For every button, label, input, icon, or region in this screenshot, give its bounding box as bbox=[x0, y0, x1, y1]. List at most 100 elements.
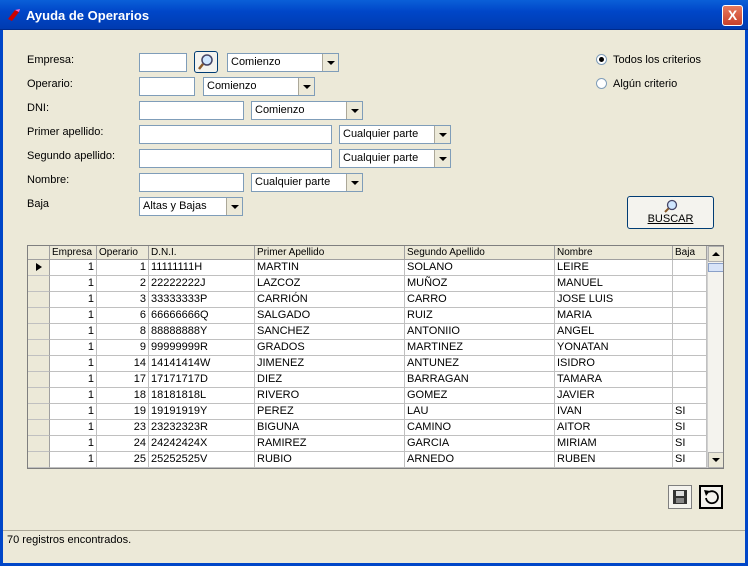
table-cell[interactable]: 14 bbox=[97, 356, 149, 372]
row-selector[interactable] bbox=[28, 404, 50, 420]
table-cell[interactable]: 11111111H bbox=[149, 260, 255, 276]
table-cell[interactable]: 33333333P bbox=[149, 292, 255, 308]
radio-todos-label[interactable]: Todos los criterios bbox=[613, 54, 701, 66]
table-row[interactable]: 1 14 14141414W JIMENEZ ANTUNEZ ISIDRO bbox=[28, 356, 708, 372]
table-cell[interactable]: SI bbox=[673, 404, 707, 420]
table-cell[interactable]: MARIA bbox=[555, 308, 673, 324]
row-selector[interactable] bbox=[28, 308, 50, 324]
row-selector[interactable] bbox=[28, 420, 50, 436]
chevron-down-icon[interactable] bbox=[346, 102, 362, 119]
table-cell[interactable]: CARRIÓN bbox=[255, 292, 405, 308]
current-row-indicator[interactable] bbox=[28, 260, 50, 276]
table-cell[interactable]: ARNEDO bbox=[405, 452, 555, 468]
table-cell[interactable] bbox=[673, 276, 707, 292]
radio-algun-label[interactable]: Algún criterio bbox=[613, 78, 677, 90]
table-cell[interactable]: 1 bbox=[50, 324, 97, 340]
table-cell[interactable]: 99999999R bbox=[149, 340, 255, 356]
table-cell[interactable]: 24242424X bbox=[149, 436, 255, 452]
chevron-down-icon[interactable] bbox=[434, 150, 450, 167]
empresa-lookup-button[interactable] bbox=[194, 51, 218, 73]
table-cell[interactable]: 88888888Y bbox=[149, 324, 255, 340]
table-cell[interactable]: YONATAN bbox=[555, 340, 673, 356]
table-row[interactable]: 1 25 25252525V RUBIO ARNEDO RUBEN SI bbox=[28, 452, 708, 468]
scroll-up-button[interactable] bbox=[708, 246, 723, 262]
table-cell[interactable]: LAU bbox=[405, 404, 555, 420]
table-cell[interactable]: 1 bbox=[50, 292, 97, 308]
save-button[interactable] bbox=[668, 485, 692, 509]
table-cell[interactable]: ANTUNEZ bbox=[405, 356, 555, 372]
nombre-input[interactable] bbox=[139, 173, 244, 192]
table-cell[interactable]: SANCHEZ bbox=[255, 324, 405, 340]
table-cell[interactable]: TAMARA bbox=[555, 372, 673, 388]
column-header[interactable]: D.N.I. bbox=[149, 246, 255, 260]
table-row[interactable]: 1 6 66666666Q SALGADO RUIZ MARIA bbox=[28, 308, 708, 324]
table-cell[interactable]: 1 bbox=[50, 276, 97, 292]
table-cell[interactable]: RUBEN bbox=[555, 452, 673, 468]
baja-select[interactable]: Altas y Bajas bbox=[139, 197, 243, 216]
table-cell[interactable]: 1 bbox=[50, 356, 97, 372]
row-selector[interactable] bbox=[28, 340, 50, 356]
chevron-down-icon[interactable] bbox=[226, 198, 242, 215]
table-cell[interactable] bbox=[673, 388, 707, 404]
table-row[interactable]: 1 1 11111111H MARTIN SOLANO LEIRE bbox=[28, 260, 708, 276]
table-row[interactable]: 1 19 19191919Y PEREZ LAU IVAN SI bbox=[28, 404, 708, 420]
dni-mode-select[interactable]: Comienzo bbox=[251, 101, 363, 120]
row-selector[interactable] bbox=[28, 372, 50, 388]
table-cell[interactable]: RAMIREZ bbox=[255, 436, 405, 452]
table-cell[interactable]: SI bbox=[673, 452, 707, 468]
chevron-down-icon[interactable] bbox=[298, 78, 314, 95]
table-cell[interactable] bbox=[673, 356, 707, 372]
chevron-down-icon[interactable] bbox=[346, 174, 362, 191]
table-row[interactable]: 1 8 88888888Y SANCHEZ ANTONIIO ANGEL bbox=[28, 324, 708, 340]
row-selector[interactable] bbox=[28, 356, 50, 372]
scroll-down-button[interactable] bbox=[708, 452, 723, 468]
table-row[interactable]: 1 24 24242424X RAMIREZ GARCIA MIRIAM SI bbox=[28, 436, 708, 452]
table-cell[interactable]: 1 bbox=[50, 404, 97, 420]
row-selector[interactable] bbox=[28, 324, 50, 340]
row-selector[interactable] bbox=[28, 452, 50, 468]
table-cell[interactable]: DIEZ bbox=[255, 372, 405, 388]
table-row[interactable]: 1 18 18181818L RIVERO GOMEZ JAVIER bbox=[28, 388, 708, 404]
table-cell[interactable]: CARRO bbox=[405, 292, 555, 308]
table-cell[interactable]: GOMEZ bbox=[405, 388, 555, 404]
operario-mode-select[interactable]: Comienzo bbox=[203, 77, 315, 96]
table-cell[interactable]: BARRAGAN bbox=[405, 372, 555, 388]
chevron-down-icon[interactable] bbox=[322, 54, 338, 71]
table-cell[interactable]: LEIRE bbox=[555, 260, 673, 276]
undo-button[interactable] bbox=[699, 485, 723, 509]
row-selector[interactable] bbox=[28, 436, 50, 452]
table-cell[interactable]: 1 bbox=[50, 340, 97, 356]
table-cell[interactable]: 24 bbox=[97, 436, 149, 452]
vertical-scrollbar[interactable] bbox=[707, 246, 723, 468]
table-cell[interactable]: 1 bbox=[50, 436, 97, 452]
table-cell[interactable]: JOSE LUIS bbox=[555, 292, 673, 308]
table-cell[interactable]: 23 bbox=[97, 420, 149, 436]
table-cell[interactable]: 14141414W bbox=[149, 356, 255, 372]
table-cell[interactable]: MARTIN bbox=[255, 260, 405, 276]
radio-todos-criterios[interactable] bbox=[596, 54, 607, 65]
column-header[interactable]: Empresa bbox=[50, 246, 97, 260]
apellido2-mode-select[interactable]: Cualquier parte bbox=[339, 149, 451, 168]
empresa-mode-select[interactable]: Comienzo bbox=[227, 53, 339, 72]
column-header[interactable]: Operario bbox=[97, 246, 149, 260]
table-cell[interactable]: 9 bbox=[97, 340, 149, 356]
table-cell[interactable]: 1 bbox=[50, 452, 97, 468]
table-row[interactable]: 1 9 99999999R GRADOS MARTINEZ YONATAN bbox=[28, 340, 708, 356]
scroll-thumb[interactable] bbox=[708, 263, 723, 272]
apellido2-input[interactable] bbox=[139, 149, 332, 168]
table-cell[interactable]: 66666666Q bbox=[149, 308, 255, 324]
table-cell[interactable]: 25252525V bbox=[149, 452, 255, 468]
table-cell[interactable]: SI bbox=[673, 420, 707, 436]
table-row[interactable]: 1 17 17171717D DIEZ BARRAGAN TAMARA bbox=[28, 372, 708, 388]
search-button[interactable]: BUSCAR bbox=[627, 196, 714, 229]
table-cell[interactable]: 18181818L bbox=[149, 388, 255, 404]
dni-input[interactable] bbox=[139, 101, 244, 120]
table-row[interactable]: 1 3 33333333P CARRIÓN CARRO JOSE LUIS bbox=[28, 292, 708, 308]
table-cell[interactable]: RUIZ bbox=[405, 308, 555, 324]
table-cell[interactable]: 18 bbox=[97, 388, 149, 404]
empresa-input[interactable] bbox=[139, 53, 187, 72]
table-cell[interactable]: RIVERO bbox=[255, 388, 405, 404]
row-selector[interactable] bbox=[28, 388, 50, 404]
table-cell[interactable]: BIGUNA bbox=[255, 420, 405, 436]
table-cell[interactable]: MIRIAM bbox=[555, 436, 673, 452]
